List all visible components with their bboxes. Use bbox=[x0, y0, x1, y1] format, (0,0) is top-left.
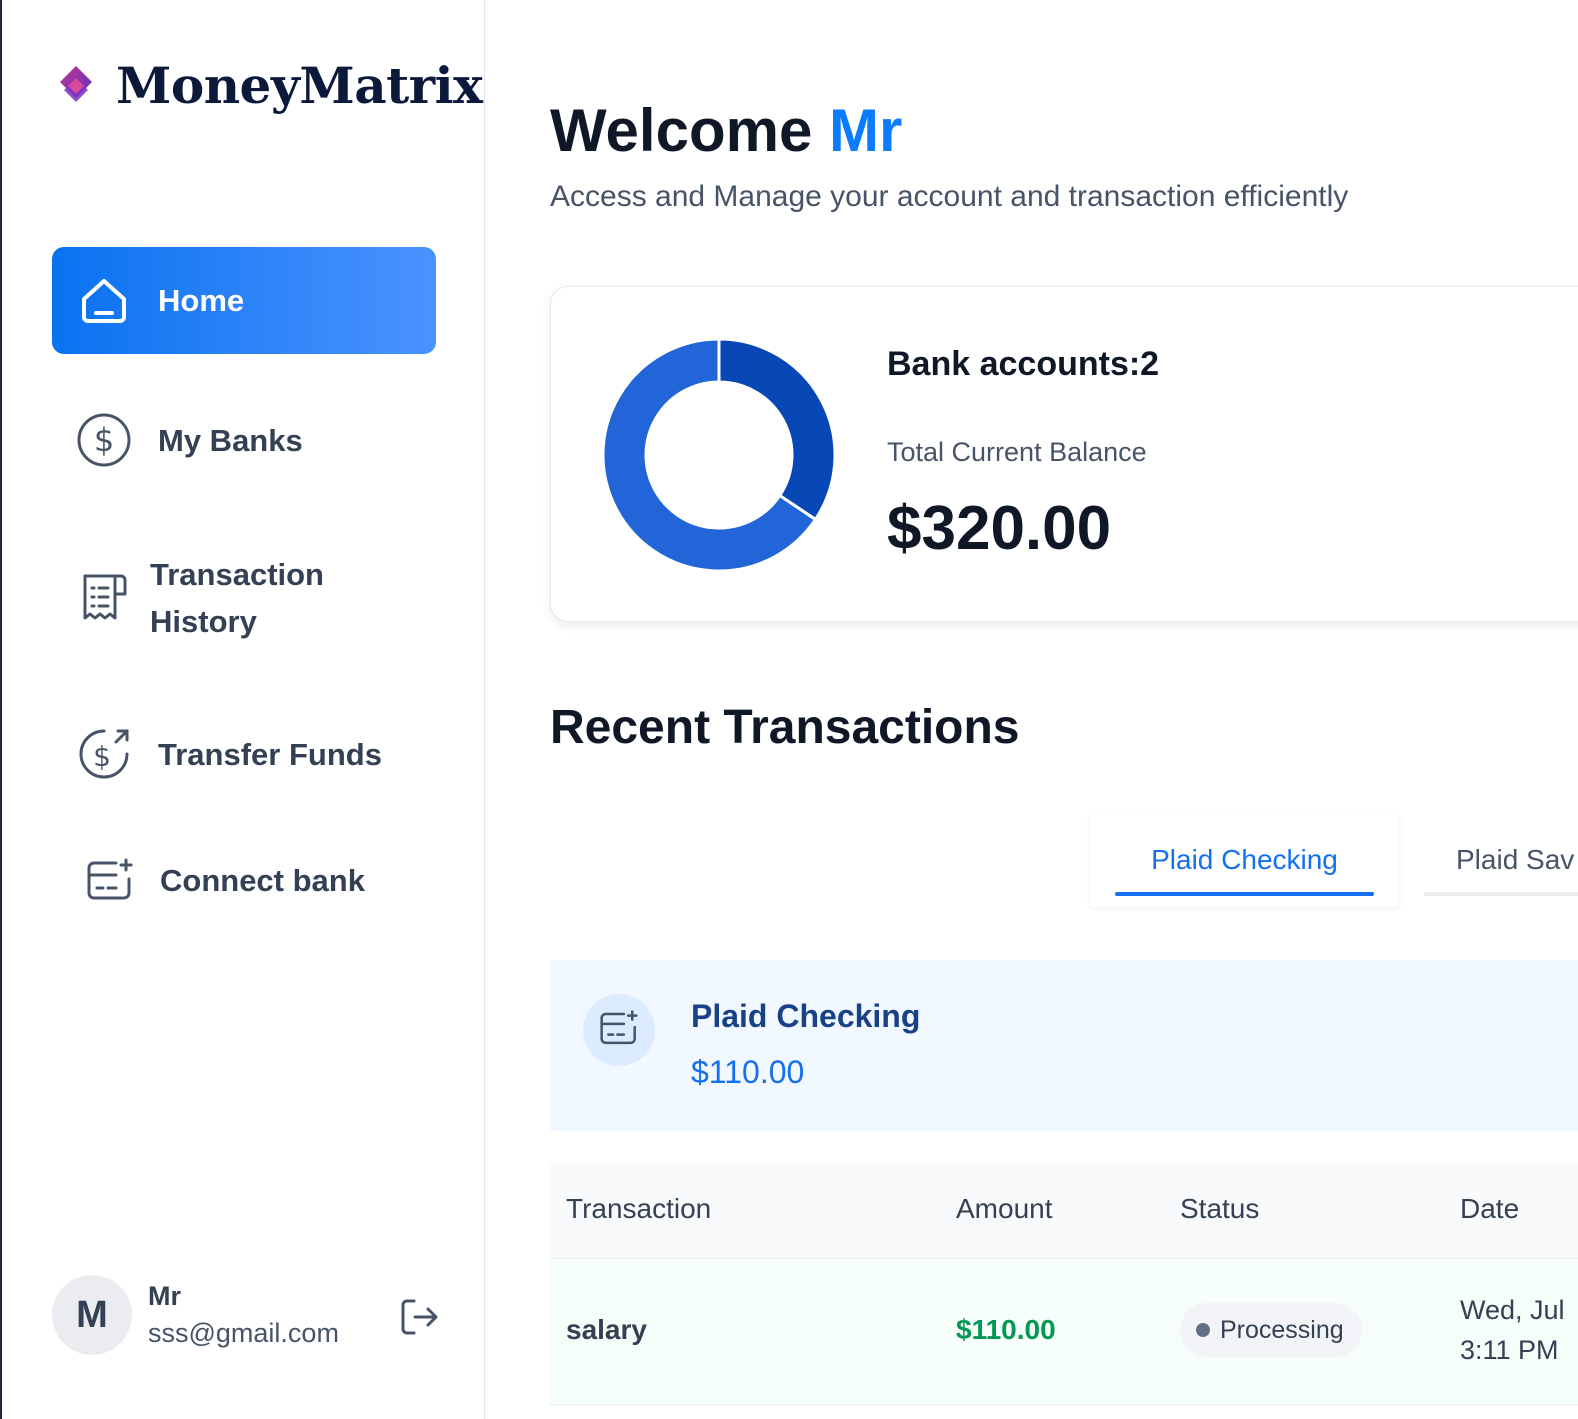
welcome-text: Welcome bbox=[550, 97, 813, 164]
app-name: MoneyMatrix bbox=[116, 56, 483, 115]
tab-label: Plaid Sav bbox=[1456, 843, 1575, 875]
status-text: Processing bbox=[1220, 1315, 1344, 1344]
connect-bank-icon bbox=[82, 852, 138, 908]
table-row[interactable]: salary $110.00 Processing Wed, Jul 3:11 … bbox=[550, 1259, 1578, 1405]
bank-avatar bbox=[583, 994, 655, 1066]
column-header-transaction: Transaction bbox=[566, 1193, 712, 1224]
tab-plaid-saving[interactable]: Plaid Sav bbox=[1424, 812, 1578, 907]
total-balance-label: Total Current Balance bbox=[887, 437, 1147, 467]
transaction-date: Wed, Jul bbox=[1460, 1295, 1565, 1325]
balance-donut-chart bbox=[601, 337, 837, 573]
user-info: Mr sss@gmail.com bbox=[148, 1281, 339, 1349]
page-subtitle: Access and Manage your account and trans… bbox=[550, 180, 1349, 213]
sidebar-item-connect-bank[interactable]: Connect bank bbox=[52, 850, 436, 910]
logout-icon[interactable] bbox=[398, 1295, 442, 1339]
sidebar-item-transfer-funds[interactable]: $ Transfer Funds bbox=[52, 724, 436, 784]
status-dot-icon bbox=[1196, 1323, 1210, 1337]
transaction-time: 3:11 PM bbox=[1460, 1335, 1559, 1365]
welcome-user-name: Mr bbox=[829, 97, 903, 164]
sidebar-item-label: Home bbox=[158, 283, 245, 318]
total-balance-value: $320.00 bbox=[887, 494, 1112, 563]
bank-balance: $110.00 bbox=[691, 1054, 805, 1090]
user-name: Mr bbox=[148, 1281, 181, 1311]
sidebar: MoneyMatrix Home $ My Banks Transaction … bbox=[2, 0, 485, 1419]
user-profile: M Mr sss@gmail.com bbox=[52, 1275, 442, 1355]
sidebar-item-label: My Banks bbox=[158, 422, 303, 458]
moneymatrix-logo-icon bbox=[60, 65, 92, 102]
transaction-amount: $110.00 bbox=[956, 1314, 1056, 1345]
bank-tabs: Plaid Checking Plaid Sav bbox=[1090, 812, 1578, 912]
table-header: Transaction Amount Status Date bbox=[550, 1163, 1578, 1259]
money-send-icon: $ bbox=[76, 726, 132, 782]
sidebar-item-label: Transaction History bbox=[150, 551, 324, 645]
sidebar-item-my-banks[interactable]: $ My Banks bbox=[52, 410, 436, 470]
tab-indicator bbox=[1424, 892, 1578, 896]
tab-plaid-checking[interactable]: Plaid Checking bbox=[1090, 812, 1399, 907]
tab-label: Plaid Checking bbox=[1151, 843, 1338, 875]
transaction-name: salary bbox=[566, 1314, 647, 1345]
sidebar-item-home[interactable]: Home bbox=[52, 247, 436, 354]
bank-accounts-count: Bank accounts:2 bbox=[887, 345, 1160, 383]
column-header-amount: Amount bbox=[956, 1193, 1053, 1224]
status-badge: Processing bbox=[1180, 1303, 1362, 1357]
receipt-icon bbox=[76, 570, 132, 626]
bank-info-card: Plaid Checking $110.00 bbox=[550, 960, 1578, 1131]
svg-text:$: $ bbox=[94, 421, 114, 459]
donut-slice-plaid-saving[interactable] bbox=[717, 337, 837, 522]
column-header-status: Status bbox=[1180, 1193, 1260, 1224]
svg-text:$: $ bbox=[93, 740, 111, 773]
avatar[interactable]: M bbox=[52, 1275, 132, 1355]
page-title: Welcome Mr bbox=[550, 96, 902, 165]
connect-bank-icon bbox=[599, 1009, 639, 1052]
sidebar-item-label-line2: History bbox=[150, 604, 257, 639]
column-header-date: Date bbox=[1460, 1193, 1520, 1224]
transactions-table: Transaction Amount Status Date salary $1… bbox=[550, 1163, 1578, 1405]
total-balance-card: Bank accounts:2 Total Current Balance $3… bbox=[550, 286, 1578, 622]
logo[interactable]: MoneyMatrix bbox=[54, 56, 483, 115]
tab-active-indicator bbox=[1115, 892, 1374, 896]
user-email: sss@gmail.com bbox=[148, 1318, 339, 1348]
sidebar-item-label: Connect bank bbox=[160, 862, 365, 898]
sidebar-item-label: Transfer Funds bbox=[158, 736, 382, 772]
recent-transactions-title: Recent Transactions bbox=[550, 701, 1020, 754]
home-icon bbox=[76, 273, 132, 329]
app-window: MoneyMatrix Home $ My Banks Transaction … bbox=[0, 0, 1578, 1419]
dollar-circle-icon: $ bbox=[76, 412, 132, 468]
sidebar-item-transaction-history[interactable]: Transaction History bbox=[52, 550, 436, 646]
sidebar-item-label-line1: Transaction bbox=[150, 557, 324, 592]
bank-name: Plaid Checking bbox=[691, 998, 921, 1034]
main-content: Welcome Mr Access and Manage your accoun… bbox=[550, 0, 1578, 1419]
